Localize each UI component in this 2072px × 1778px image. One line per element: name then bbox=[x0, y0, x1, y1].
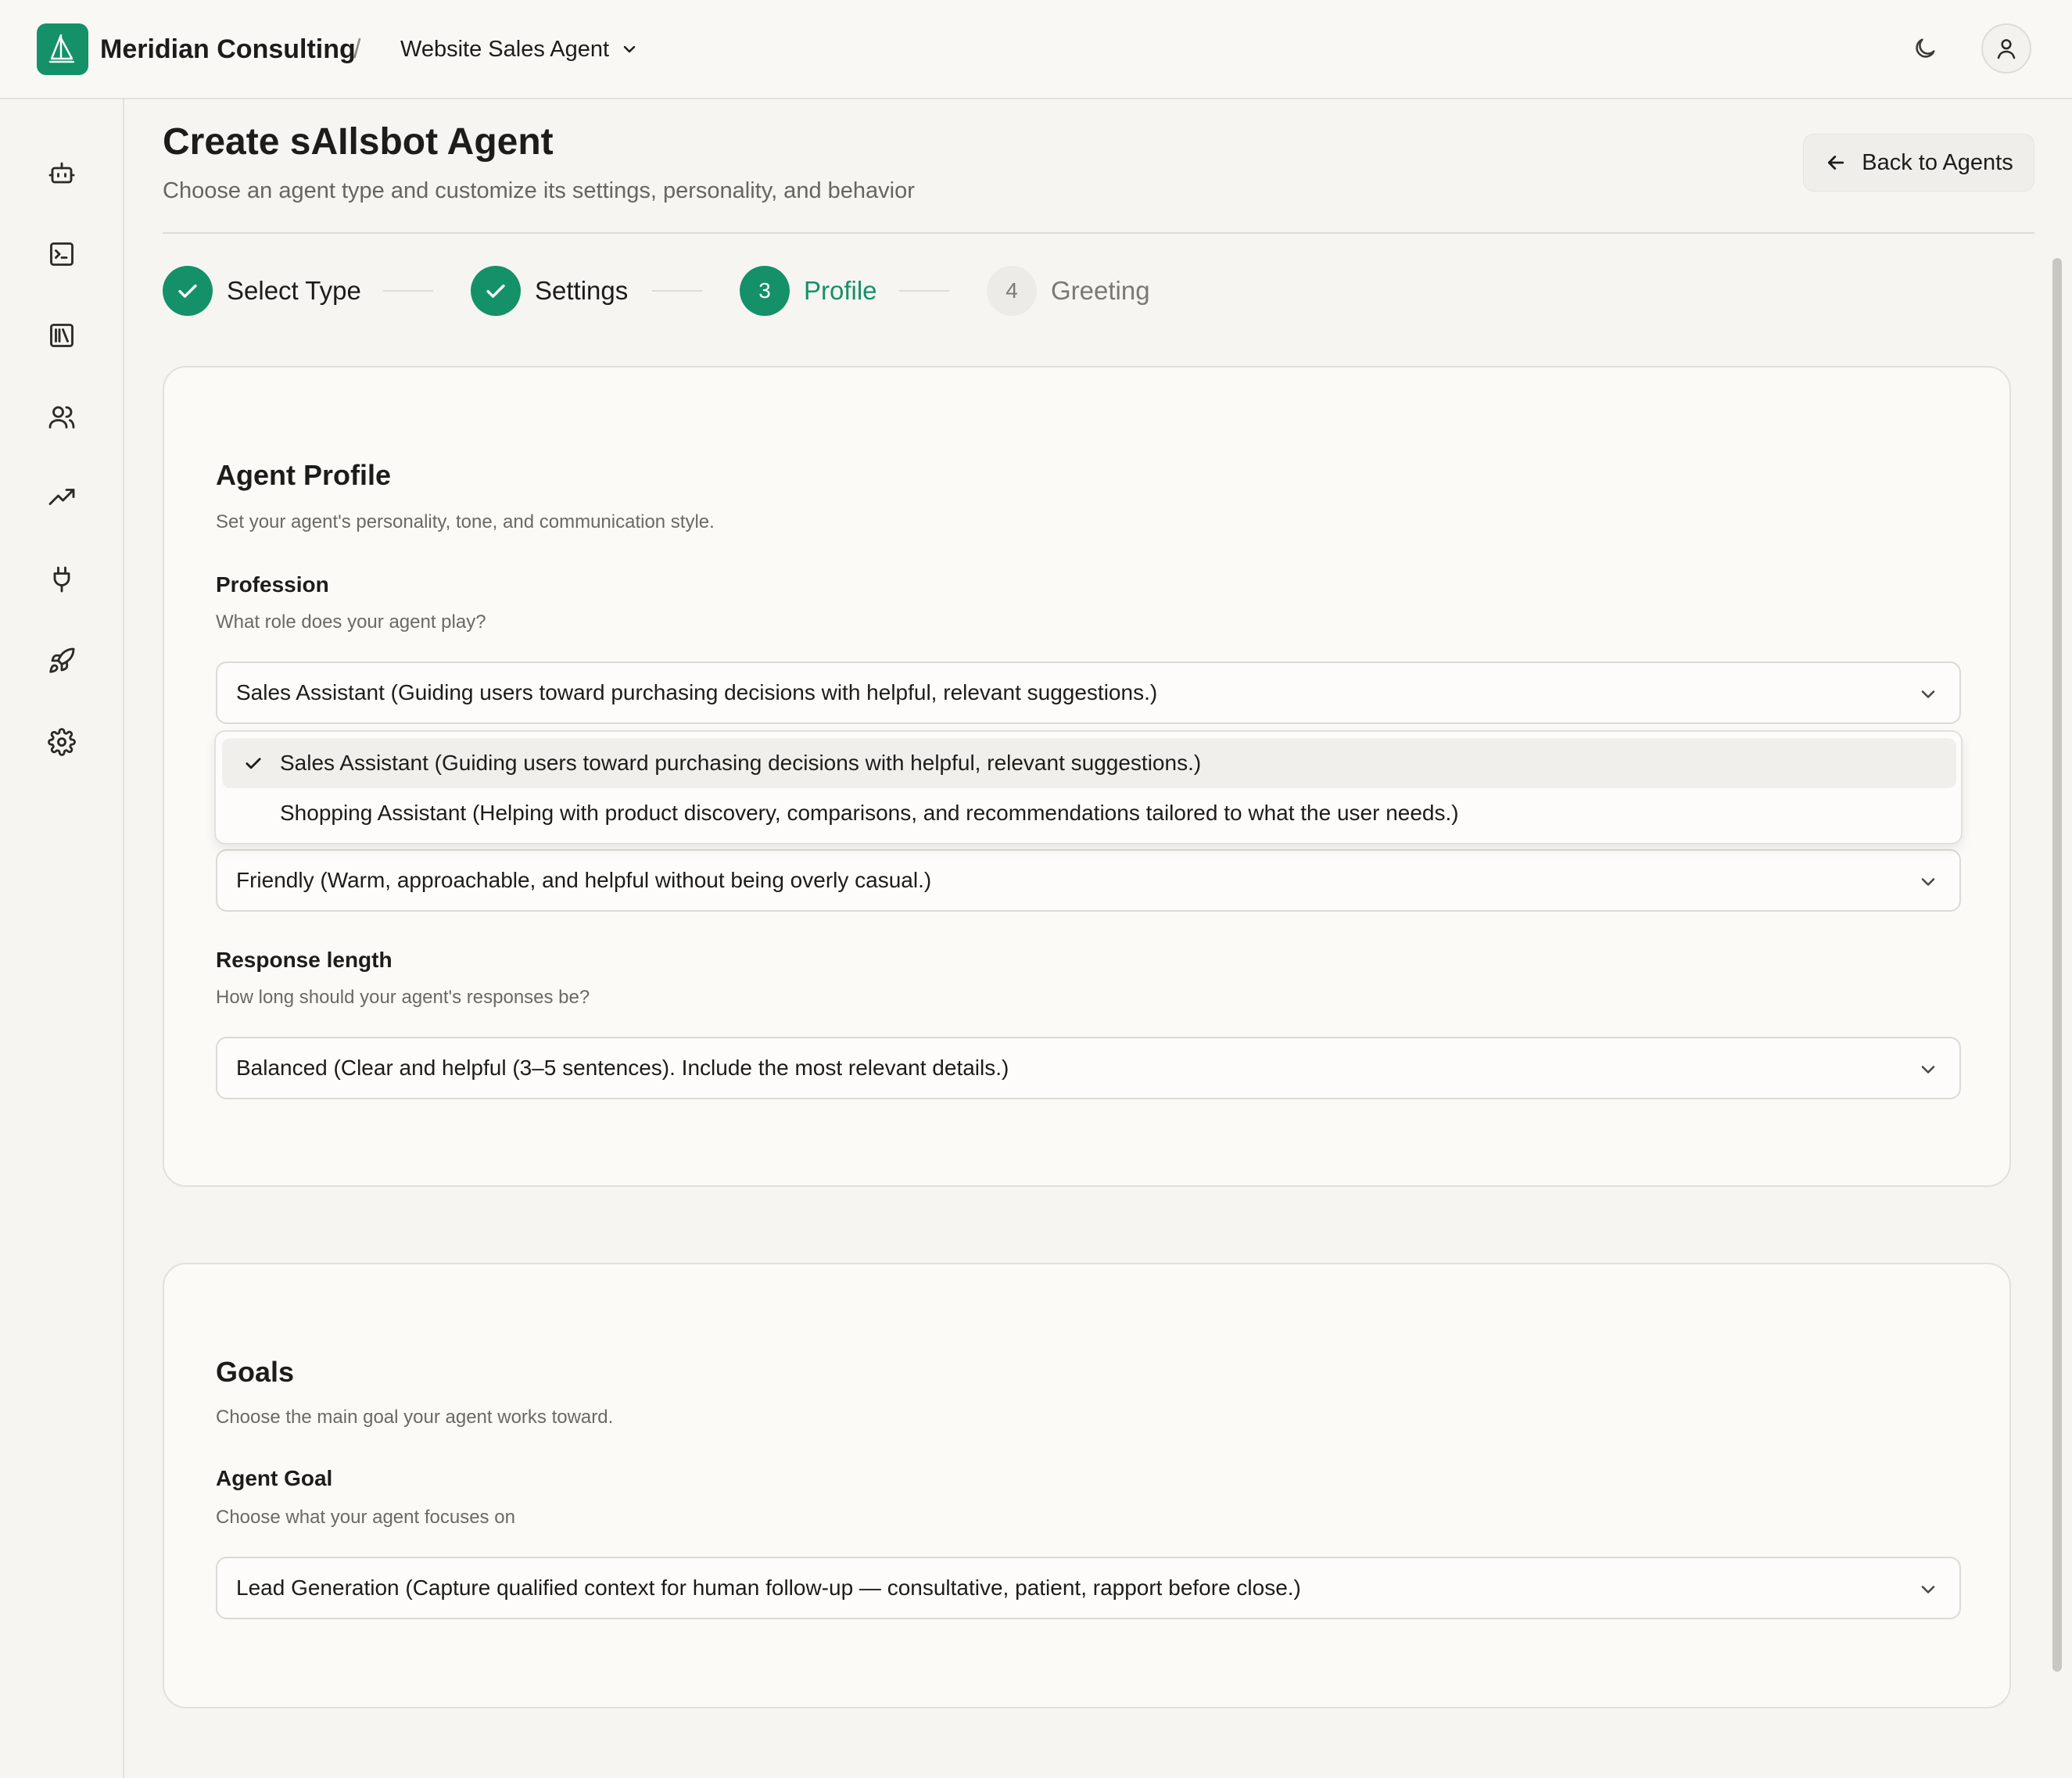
response-length-select[interactable]: Balanced (Clear and helpful (3–5 sentenc… bbox=[216, 1037, 1961, 1099]
back-to-agents-button[interactable]: Back to Agents bbox=[1803, 134, 2034, 192]
profession-select-value: Sales Assistant (Guiding users toward pu… bbox=[236, 680, 1158, 704]
plug-icon bbox=[53, 566, 70, 593]
chevron-down-icon bbox=[1921, 690, 1935, 698]
step-profile[interactable]: 3 Profile bbox=[740, 266, 877, 316]
rocket-icon bbox=[49, 647, 75, 673]
step-select-type[interactable]: Select Type bbox=[163, 266, 361, 316]
bot-icon bbox=[48, 162, 75, 184]
agent-goal-label: Agent Goal bbox=[216, 1466, 333, 1490]
profession-select[interactable]: Sales Assistant (Guiding users toward pu… bbox=[216, 661, 1961, 724]
sidebar-item-analytics[interactable] bbox=[43, 479, 81, 517]
step-greeting[interactable]: 4 Greeting bbox=[987, 266, 1150, 316]
chevron-down-icon bbox=[623, 45, 636, 53]
step-settings[interactable]: Settings bbox=[471, 266, 628, 316]
response-length-select-value: Balanced (Clear and helpful (3–5 sentenc… bbox=[236, 1056, 1009, 1080]
agent-switcher-label: Website Sales Agent bbox=[400, 36, 610, 62]
trending-up-icon bbox=[48, 489, 75, 505]
step-number: 4 bbox=[987, 266, 1037, 316]
agent-goal-select-value: Lead Generation (Capture qualified conte… bbox=[236, 1575, 1301, 1600]
step-complete-indicator bbox=[471, 266, 521, 316]
header-divider bbox=[163, 232, 2034, 234]
step-label: Profile bbox=[804, 276, 877, 305]
back-button-label: Back to Agents bbox=[1862, 149, 2013, 175]
profession-label: Profession bbox=[216, 572, 329, 597]
sidebar-item-library[interactable] bbox=[43, 317, 81, 354]
library-icon bbox=[50, 324, 73, 347]
card-title: Agent Profile bbox=[216, 459, 392, 491]
agent-switcher[interactable]: Website Sales Agent bbox=[400, 31, 639, 67]
tone-select-value: Friendly (Warm, approachable, and helpfu… bbox=[236, 868, 932, 892]
users-icon bbox=[48, 406, 75, 428]
option-label: Sales Assistant (Guiding users toward pu… bbox=[280, 751, 1202, 775]
check-icon bbox=[178, 284, 197, 298]
goals-card: Goals Choose the main goal your agent wo… bbox=[163, 1263, 2011, 1708]
chevron-down-icon bbox=[1921, 1066, 1935, 1074]
agent-goal-help: Choose what your agent focuses on bbox=[216, 1507, 515, 1528]
org-name[interactable]: Meridian Consulting bbox=[100, 31, 356, 67]
step-label: Settings bbox=[535, 276, 629, 305]
step-label: Greeting bbox=[1051, 276, 1150, 305]
sidebar-item-agents[interactable] bbox=[43, 154, 81, 192]
step-connector bbox=[652, 290, 702, 292]
profession-help: What role does your agent play? bbox=[216, 611, 486, 633]
profession-option-sales-assistant[interactable]: Sales Assistant (Guiding users toward pu… bbox=[222, 738, 1956, 788]
card-description: Set your agent's personality, tone, and … bbox=[216, 511, 715, 532]
step-complete-indicator bbox=[163, 266, 213, 316]
tone-select[interactable]: Friendly (Warm, approachable, and helpfu… bbox=[216, 849, 1961, 912]
card-title: Goals bbox=[216, 1356, 295, 1388]
check-icon bbox=[246, 758, 261, 769]
step-connector bbox=[383, 290, 433, 292]
chevron-down-icon bbox=[1921, 878, 1935, 886]
check-icon bbox=[486, 284, 505, 298]
theme-toggle-button[interactable] bbox=[1906, 30, 1944, 67]
agent-goal-select[interactable]: Lead Generation (Capture qualified conte… bbox=[216, 1557, 1961, 1619]
page-title: Create sAIlsbot Agent bbox=[163, 121, 554, 163]
step-number: 3 bbox=[740, 266, 790, 316]
response-length-label: Response length bbox=[216, 948, 393, 972]
option-label: Shopping Assistant (Helping with product… bbox=[280, 801, 1459, 825]
card-description: Choose the main goal your agent works to… bbox=[216, 1407, 614, 1428]
sidebar-item-users[interactable] bbox=[43, 398, 81, 436]
arrow-left-icon bbox=[1828, 156, 1844, 170]
sidebar-item-integrations[interactable] bbox=[43, 561, 81, 598]
user-avatar-button[interactable] bbox=[1981, 23, 2031, 73]
profession-option-shopping-assistant[interactable]: Shopping Assistant (Helping with product… bbox=[222, 788, 1956, 838]
top-bar: Meridian Consulting / Website Sales Agen… bbox=[0, 0, 2072, 99]
response-length-help: How long should your agent's responses b… bbox=[216, 987, 590, 1008]
moon-icon bbox=[1916, 38, 1935, 58]
sidebar-item-deploy[interactable] bbox=[43, 642, 81, 679]
page-subtitle: Choose an agent type and customize its s… bbox=[163, 178, 915, 203]
settings-icon bbox=[48, 728, 76, 756]
breadcrumb-separator: / bbox=[353, 34, 361, 64]
sidebar bbox=[0, 99, 124, 1778]
user-icon bbox=[1997, 39, 2016, 59]
step-connector bbox=[899, 290, 949, 292]
chevron-down-icon bbox=[1921, 1586, 1935, 1593]
sidebar-item-console[interactable] bbox=[43, 235, 81, 273]
step-label: Select Type bbox=[227, 276, 361, 305]
terminal-icon bbox=[50, 242, 73, 266]
sidebar-item-settings[interactable] bbox=[43, 723, 81, 761]
logo-icon[interactable] bbox=[37, 23, 88, 75]
profession-dropdown-menu: Sales Assistant (Guiding users toward pu… bbox=[214, 730, 1963, 844]
scrollbar-thumb[interactable] bbox=[2052, 258, 2062, 1672]
